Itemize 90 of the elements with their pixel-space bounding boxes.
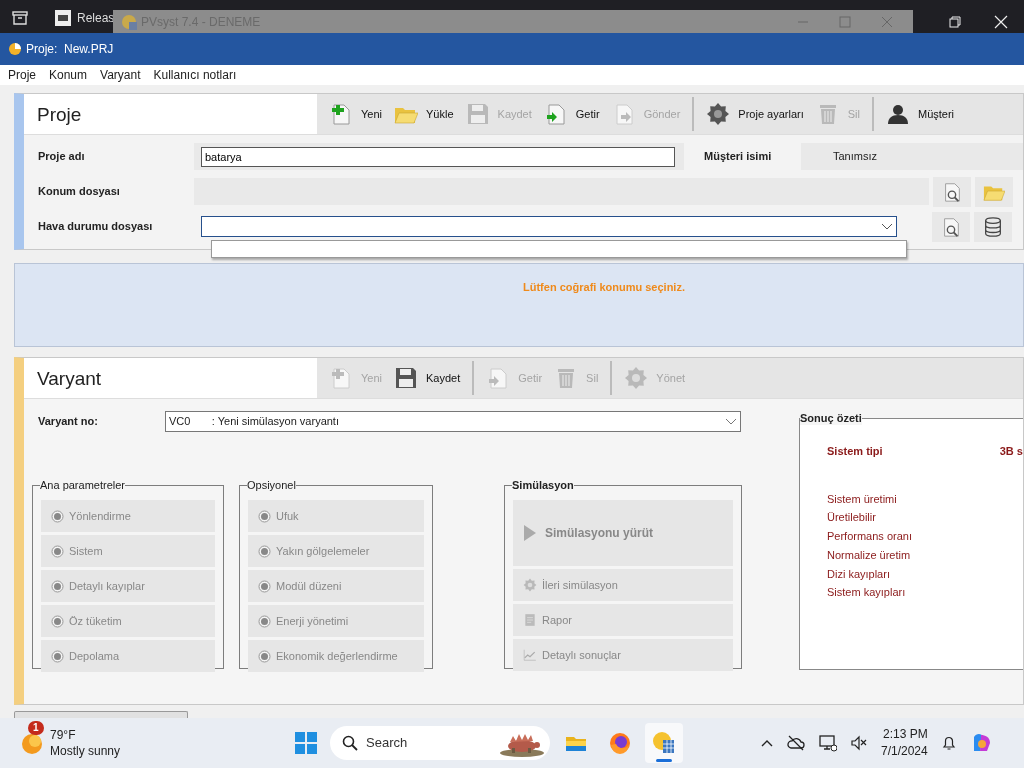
summary-item: Sistem kayıpları: [827, 585, 907, 601]
document-icon: [523, 613, 537, 627]
windows-start-icon[interactable]: [295, 732, 317, 754]
summary-item: Üretilebilir: [827, 510, 877, 526]
chevron-down-icon: [725, 417, 737, 426]
field-label: Hava durumu dosyası: [37, 219, 154, 235]
browser-icon: [608, 731, 632, 755]
restore-icon: [949, 16, 961, 28]
summary-item: Performans oranı: [827, 529, 913, 545]
weather-sun-icon: [20, 731, 44, 755]
radio-icon: [258, 649, 271, 663]
dropdown-field[interactable]: VC0 : Yeni simülasyon varyantı: [165, 411, 741, 432]
radio-icon: [51, 649, 64, 663]
new-icon: [329, 102, 353, 126]
search-box[interactable]: Search: [330, 726, 550, 760]
speaker-muted-icon[interactable]: [851, 735, 867, 751]
toolbar-button[interactable]: Yükle: [388, 96, 460, 132]
radio-icon: [51, 614, 64, 628]
new-icon: [329, 366, 353, 390]
taskbar-app-button[interactable]: [645, 723, 683, 763]
play-icon: [523, 524, 537, 542]
database-icon: [982, 215, 1004, 238]
radio-icon: [51, 579, 64, 593]
radio-icon: [258, 544, 271, 558]
network-icon[interactable]: [819, 734, 837, 752]
taskbar-app-label: Releas: [77, 10, 115, 27]
icon-button[interactable]: [974, 211, 1012, 242]
gear-icon: [624, 366, 649, 390]
radio-icon: [258, 509, 271, 523]
archive-icon: [10, 8, 30, 28]
chart-icon: [523, 648, 537, 662]
field-label: Varyant no:: [37, 414, 99, 430]
clock-date[interactable]: 7/1/2024: [881, 743, 928, 760]
icon-button[interactable]: [932, 211, 970, 242]
panel-title: Varyant: [24, 358, 317, 398]
close-icon: [881, 15, 893, 28]
radio-icon: [258, 614, 271, 628]
clock-time[interactable]: 2:13 PM: [881, 726, 928, 743]
chevron-up-icon[interactable]: [761, 739, 773, 747]
toolbar-button[interactable]: Getir: [537, 96, 606, 132]
search-placeholder: Search: [366, 734, 409, 753]
toolbar-button[interactable]: Müşteri: [880, 96, 961, 132]
radio-icon: [258, 579, 271, 593]
gear-icon: [523, 578, 537, 592]
toolbar-button[interactable]: Kaydet: [388, 360, 467, 396]
notification-badge: 1: [28, 721, 44, 735]
toolbar-button[interactable]: Proje ayarları: [700, 96, 810, 132]
radio-icon: [51, 544, 64, 558]
group-title: Opsiyonel: [247, 478, 296, 492]
close-icon: [994, 15, 1008, 29]
notice-text: Lütfen coğrafi konumu seçiniz.: [523, 281, 685, 293]
group-title: Sonuç özeti: [800, 411, 862, 425]
text-field[interactable]: batarya: [201, 146, 675, 167]
summary-item: Sistem üretimi: [827, 491, 898, 507]
menu-item[interactable]: Konum: [49, 66, 88, 84]
window-title: Proje: New.PRJ: [26, 41, 114, 58]
summary-item: Dizi kayıpları: [827, 566, 891, 582]
summary-item: Normalize üretim: [827, 547, 912, 563]
field-label: Proje adı: [37, 149, 86, 165]
person-icon: [886, 102, 910, 126]
dropdown-field[interactable]: [201, 216, 897, 237]
customer-value: Tanımsız: [801, 143, 1023, 170]
menu-item[interactable]: Kullanıcı notları: [153, 66, 237, 84]
save-icon: [465, 102, 490, 126]
app-logo-icon: [8, 42, 22, 56]
chevron-down-icon: [881, 222, 893, 231]
bell-icon[interactable]: [941, 735, 956, 751]
weather-condition: Mostly sunny: [50, 743, 121, 759]
summary-value: 3B s: [999, 444, 1023, 459]
field-label: Müşteri isimi: [703, 149, 773, 165]
radio-icon: [51, 509, 64, 523]
gear-icon: [706, 102, 731, 126]
dropdown-value: VC0 : Yeni simülasyon varyantı: [169, 414, 339, 430]
panel-title: Proje: [24, 94, 317, 134]
search-icon: [342, 735, 358, 751]
menu-item[interactable]: Proje: [8, 66, 36, 84]
icon-button[interactable]: [933, 176, 971, 207]
app-icon: [55, 10, 71, 26]
menu-item[interactable]: Varyant: [100, 66, 141, 84]
weather-temperature: 79°F: [50, 727, 77, 743]
app-logo-icon: [652, 731, 676, 755]
summary-label: Sistem tipi: [827, 444, 883, 459]
group-title: Ana parametreler: [40, 478, 125, 492]
app-logo-icon: [121, 13, 137, 30]
toolbar-button[interactable]: Yeni: [323, 96, 388, 132]
cloud-off-icon[interactable]: [787, 735, 805, 751]
maximize-icon: [839, 15, 851, 28]
save-icon: [394, 366, 418, 390]
field-label: Konum dosyası: [37, 184, 121, 200]
group-title: Simülasyon: [512, 478, 574, 492]
